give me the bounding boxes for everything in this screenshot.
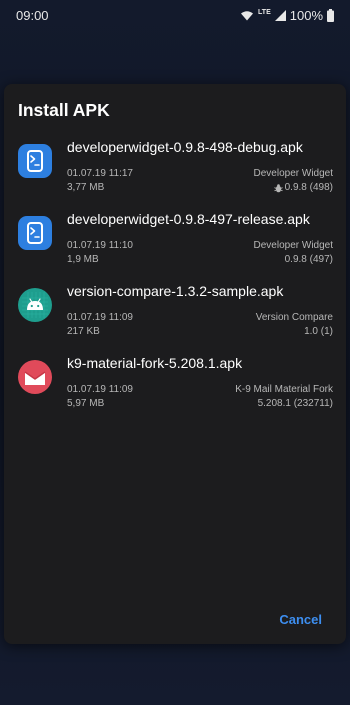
status-bar: 09:00 LTE 100% — [0, 0, 350, 30]
apk-item-k9-mail[interactable]: k9-material-fork-5.208.1.apk 01.07.19 11… — [4, 352, 346, 424]
apk-date: 01.07.19 11:17 — [67, 168, 133, 179]
cancel-button[interactable]: Cancel — [279, 612, 322, 627]
status-time: 09:00 — [16, 7, 49, 23]
apk-app-info: Developer Widget 0.9.8 (498) — [254, 167, 333, 195]
dialog-title: Install APK — [18, 100, 110, 120]
apk-list: developerwidget-0.9.8-498-debug.apk 01.0… — [4, 136, 346, 424]
apk-version: 0.9.8 (498) — [284, 182, 333, 193]
apk-app-info: Version Compare 1.0 (1) — [256, 311, 333, 339]
apk-version-row: 0.9.8 (497) — [254, 253, 333, 267]
apk-file-meta: 01.07.19 11:10 1,9 MB — [67, 239, 133, 267]
apk-item-version-compare[interactable]: version-compare-1.3.2-sample.apk 01.07.1… — [4, 280, 346, 352]
apk-file-name: developerwidget-0.9.8-498-debug.apk — [67, 139, 303, 155]
apk-version: 1.0 (1) — [304, 326, 333, 337]
terminal-icon — [18, 144, 52, 178]
apk-version-row: 0.9.8 (498) — [254, 181, 333, 195]
apk-file-meta: 01.07.19 11:09 217 KB — [67, 311, 133, 339]
apk-date: 01.07.19 11:09 — [67, 312, 133, 323]
apk-app-info: K-9 Mail Material Fork 5.208.1 (232711) — [235, 383, 333, 411]
signal-icon — [274, 9, 286, 21]
apk-item-developerwidget-release[interactable]: developerwidget-0.9.8-497-release.apk 01… — [4, 208, 346, 280]
apk-date: 01.07.19 11:10 — [67, 240, 133, 251]
apk-app-info: Developer Widget 0.9.8 (497) — [254, 239, 333, 267]
apk-version-row: 5.208.1 (232711) — [235, 397, 333, 411]
wifi-icon — [241, 10, 254, 20]
apk-version: 0.9.8 (497) — [284, 254, 333, 265]
apk-file-meta: 01.07.19 11:09 5,97 MB — [67, 383, 133, 411]
apk-file-meta: 01.07.19 11:17 3,77 MB — [67, 167, 133, 195]
battery-icon — [327, 8, 334, 22]
apk-size: 1,9 MB — [67, 254, 99, 265]
terminal-icon — [18, 216, 52, 250]
battery-percent: 100% — [289, 7, 323, 23]
apk-date: 01.07.19 11:09 — [67, 384, 133, 395]
apk-file-name: k9-material-fork-5.208.1.apk — [67, 355, 243, 371]
android-icon — [18, 288, 52, 322]
install-apk-dialog: Install APK developerwidget-0.9.8-498-de… — [4, 84, 346, 644]
network-type-label: LTE — [258, 8, 271, 16]
apk-version: 5.208.1 (232711) — [257, 398, 333, 409]
apk-file-name: developerwidget-0.9.8-497-release.apk — [67, 211, 310, 227]
apk-size: 3,77 MB — [67, 182, 105, 193]
apk-size: 217 KB — [67, 326, 100, 337]
apk-size: 5,97 MB — [67, 398, 105, 409]
apk-app-name: Developer Widget — [253, 240, 333, 251]
status-icons: LTE 100% — [240, 8, 334, 23]
apk-app-name: Developer Widget — [253, 168, 333, 179]
screen: 09:00 LTE 100% Install APK developerwidg… — [0, 0, 350, 705]
mail-icon — [18, 360, 52, 394]
apk-item-developerwidget-debug[interactable]: developerwidget-0.9.8-498-debug.apk 01.0… — [4, 136, 346, 208]
apk-app-name: K-9 Mail Material Fork — [235, 384, 333, 395]
apk-app-name: Version Compare — [255, 312, 333, 323]
debug-bug-icon — [273, 183, 283, 192]
apk-version-row: 1.0 (1) — [256, 325, 333, 339]
apk-file-name: version-compare-1.3.2-sample.apk — [67, 283, 284, 299]
